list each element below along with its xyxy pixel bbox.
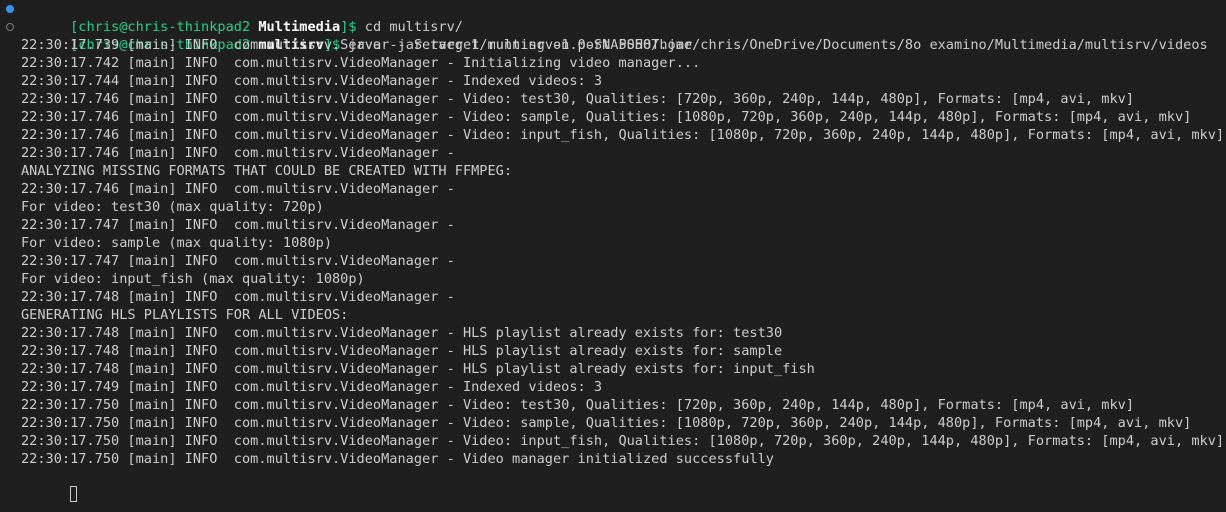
terminal-output: [chris@chris-thinkpad2 Multimedia]$ cd m… bbox=[0, 0, 1226, 502]
log-line: 22:30:17.747 [main] INFO com.multisrv.Vi… bbox=[21, 217, 463, 233]
prompt-line: [chris@chris-thinkpad2 Multimedia]$ cd m… bbox=[0, 0, 1226, 35]
log-line: For video: input_fish (max quality: 1080… bbox=[21, 271, 365, 287]
text-cursor bbox=[70, 486, 78, 502]
log-line: 22:30:17.742 [main] INFO com.multisrv.Vi… bbox=[21, 55, 701, 71]
log-line: For video: sample (max quality: 1080p) bbox=[21, 235, 332, 251]
log-line: 22:30:17.748 [main] INFO com.multisrv.Vi… bbox=[21, 343, 783, 359]
log-line: ANALYZING MISSING FORMATS THAT COULD BE … bbox=[21, 163, 513, 179]
log-line: 22:30:17.750 [main] INFO com.multisrv.Vi… bbox=[21, 415, 1192, 431]
log-line: 22:30:17.748 [main] INFO com.multisrv.Vi… bbox=[21, 361, 815, 377]
log-line: 22:30:17.746 [main] INFO com.multisrv.Vi… bbox=[21, 145, 463, 161]
log-line: 22:30:17.746 [main] INFO com.multisrv.Vi… bbox=[21, 91, 1135, 107]
log-line: 22:30:17.739 [main] INFO com.multisrv.Se… bbox=[21, 37, 1208, 53]
log-line: 22:30:17.748 [main] INFO com.multisrv.Vi… bbox=[21, 325, 783, 341]
terminal-panel[interactable]: [chris@chris-thinkpad2 Multimedia]$ cd m… bbox=[0, 0, 1226, 512]
log-line: 22:30:17.748 [main] INFO com.multisrv.Vi… bbox=[21, 289, 463, 305]
log-line: GENERATING HLS PLAYLISTS FOR ALL VIDEOS: bbox=[21, 307, 349, 323]
log-line: 22:30:17.749 [main] INFO com.multisrv.Vi… bbox=[21, 379, 603, 395]
log-line: 22:30:17.744 [main] INFO com.multisrv.Vi… bbox=[21, 73, 603, 89]
log-line: 22:30:17.746 [main] INFO com.multisrv.Vi… bbox=[21, 127, 1225, 143]
log-line: 22:30:17.746 [main] INFO com.multisrv.Vi… bbox=[21, 109, 1192, 125]
command-success-decoration-icon[interactable] bbox=[6, 5, 14, 13]
command-running-decoration-icon[interactable] bbox=[6, 23, 14, 31]
log-line: For video: test30 (max quality: 720p) bbox=[21, 199, 324, 215]
prompt-line: [chris@chris-thinkpad2 multisrv]$ java -… bbox=[0, 18, 1226, 53]
log-line: 22:30:17.750 [main] INFO com.multisrv.Vi… bbox=[21, 397, 1135, 413]
log-line: 22:30:17.750 [main] INFO com.multisrv.Vi… bbox=[21, 451, 774, 467]
log-line: 22:30:17.750 [main] INFO com.multisrv.Vi… bbox=[21, 433, 1225, 449]
log-line: 22:30:17.746 [main] INFO com.multisrv.Vi… bbox=[21, 181, 463, 197]
input-line[interactable] bbox=[0, 468, 1226, 502]
log-line: 22:30:17.747 [main] INFO com.multisrv.Vi… bbox=[21, 253, 463, 269]
